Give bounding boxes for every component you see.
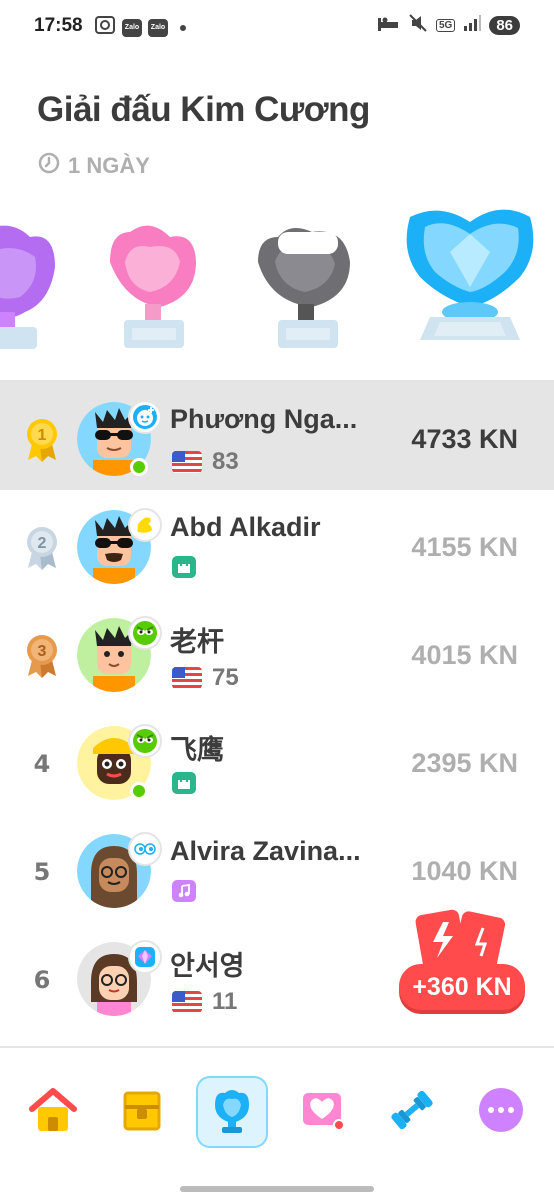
user-name: Alvira Zavina... bbox=[170, 836, 361, 866]
home-indicator[interactable] bbox=[180, 1186, 374, 1192]
signal-icon bbox=[463, 15, 482, 36]
tab-leaderboard[interactable] bbox=[196, 1076, 268, 1148]
zalo-icon: Zalo bbox=[148, 18, 168, 37]
xp-value: 4733 KN bbox=[411, 424, 518, 454]
shield-badge-icon bbox=[128, 400, 162, 434]
battery-indicator: 86 bbox=[489, 16, 520, 35]
obsidian-trophy-icon bbox=[258, 228, 350, 348]
tab-home[interactable] bbox=[17, 1076, 89, 1148]
bicep-badge-icon bbox=[128, 508, 162, 542]
streak-count: 75 bbox=[212, 664, 239, 691]
svg-text:1: 1 bbox=[38, 427, 47, 444]
leaderboard-row[interactable]: 1 Phương Nga... 83 4733 KN bbox=[0, 382, 554, 490]
leaderboard-row[interactable]: 2 Abd Alkadir 4155 KN bbox=[0, 490, 554, 598]
amethyst-trophy-icon bbox=[0, 225, 55, 349]
user-name: Abd Alkadir bbox=[170, 512, 321, 542]
eyes-badge-icon bbox=[128, 832, 162, 866]
chest-icon bbox=[115, 1083, 169, 1141]
xp-value: 1040 KN bbox=[411, 856, 518, 886]
rank-number: 5 bbox=[33, 858, 51, 886]
leaderboard-row[interactable]: 4 飞鹰 2395 KN bbox=[0, 706, 554, 814]
rank-number: 4 bbox=[33, 750, 51, 778]
xp-value: 4155 KN bbox=[411, 532, 518, 562]
clock: 17:58 bbox=[34, 15, 83, 36]
system-icons: 5G 86 bbox=[376, 13, 520, 38]
sleep-icon bbox=[376, 13, 400, 38]
user-meta bbox=[172, 556, 196, 578]
user-name: 老杆 bbox=[170, 627, 224, 657]
xp-value: 2395 KN bbox=[411, 748, 518, 778]
xp-boost-label: +360 KN bbox=[399, 964, 525, 1010]
user-meta bbox=[172, 880, 196, 902]
xp-boost-button[interactable]: +360 KN bbox=[399, 906, 527, 1016]
league-icon bbox=[205, 1083, 259, 1141]
tab-practice[interactable] bbox=[376, 1076, 448, 1148]
tab-more[interactable] bbox=[465, 1076, 537, 1148]
castle-icon bbox=[172, 772, 196, 794]
bronze-medal-icon: 3 bbox=[22, 635, 62, 678]
clock-icon bbox=[38, 152, 60, 180]
pearl-trophy-icon bbox=[110, 225, 196, 348]
network-icon: 5G bbox=[435, 19, 456, 32]
us-flag-icon bbox=[172, 451, 202, 473]
online-indicator bbox=[130, 782, 148, 800]
status-bar: 17:58 Zalo Zalo 5G 86 bbox=[0, 0, 554, 56]
time-remaining-label: 1 NGÀY bbox=[68, 153, 150, 178]
user-name: Phương Nga... bbox=[170, 404, 358, 434]
owl-badge-icon bbox=[128, 616, 162, 650]
us-flag-icon bbox=[172, 667, 202, 689]
streak-count: 83 bbox=[212, 448, 239, 475]
user-meta: 11 bbox=[172, 988, 237, 1016]
svg-text:2: 2 bbox=[38, 535, 47, 552]
owl-badge-icon bbox=[128, 724, 162, 758]
user-meta bbox=[172, 772, 196, 794]
gold-medal-icon: 1 bbox=[22, 419, 62, 462]
heart-icon bbox=[295, 1083, 349, 1141]
svg-text:3: 3 bbox=[38, 643, 47, 660]
time-remaining: 1 NGÀY bbox=[38, 152, 150, 180]
xp-value: 4015 KN bbox=[411, 640, 518, 670]
notification-icons: Zalo Zalo bbox=[94, 15, 186, 40]
diamond-trophy-icon bbox=[406, 209, 534, 340]
more-icon bbox=[474, 1083, 528, 1141]
home-icon bbox=[26, 1083, 80, 1141]
user-meta: 75 bbox=[172, 664, 239, 692]
user-name: 飞鹰 bbox=[170, 735, 224, 765]
castle-icon bbox=[172, 556, 196, 578]
leaderboard-row[interactable]: 3 老杆 75 4015 KN bbox=[0, 598, 554, 706]
us-flag-icon bbox=[172, 991, 202, 1013]
bottom-nav bbox=[0, 1048, 554, 1168]
user-meta: 83 bbox=[172, 448, 239, 476]
music-note-icon bbox=[172, 880, 196, 902]
league-trophies[interactable] bbox=[0, 192, 554, 362]
rank-number: 6 bbox=[33, 966, 51, 994]
more-notifications-icon bbox=[180, 24, 186, 31]
tab-chest[interactable] bbox=[106, 1076, 178, 1148]
mute-icon bbox=[408, 13, 428, 38]
screenshot-icon bbox=[94, 15, 116, 40]
online-indicator bbox=[130, 458, 148, 476]
silver-medal-icon: 2 bbox=[22, 527, 62, 570]
zalo-icon: Zalo bbox=[122, 18, 142, 37]
user-name: 안서영 bbox=[170, 951, 245, 981]
gem-badge-icon bbox=[128, 940, 162, 974]
page-title: Giải đấu Kim Cương bbox=[37, 90, 370, 129]
streak-count: 11 bbox=[212, 988, 238, 1015]
tab-health[interactable] bbox=[286, 1076, 358, 1148]
dumbbell-icon bbox=[385, 1083, 439, 1141]
